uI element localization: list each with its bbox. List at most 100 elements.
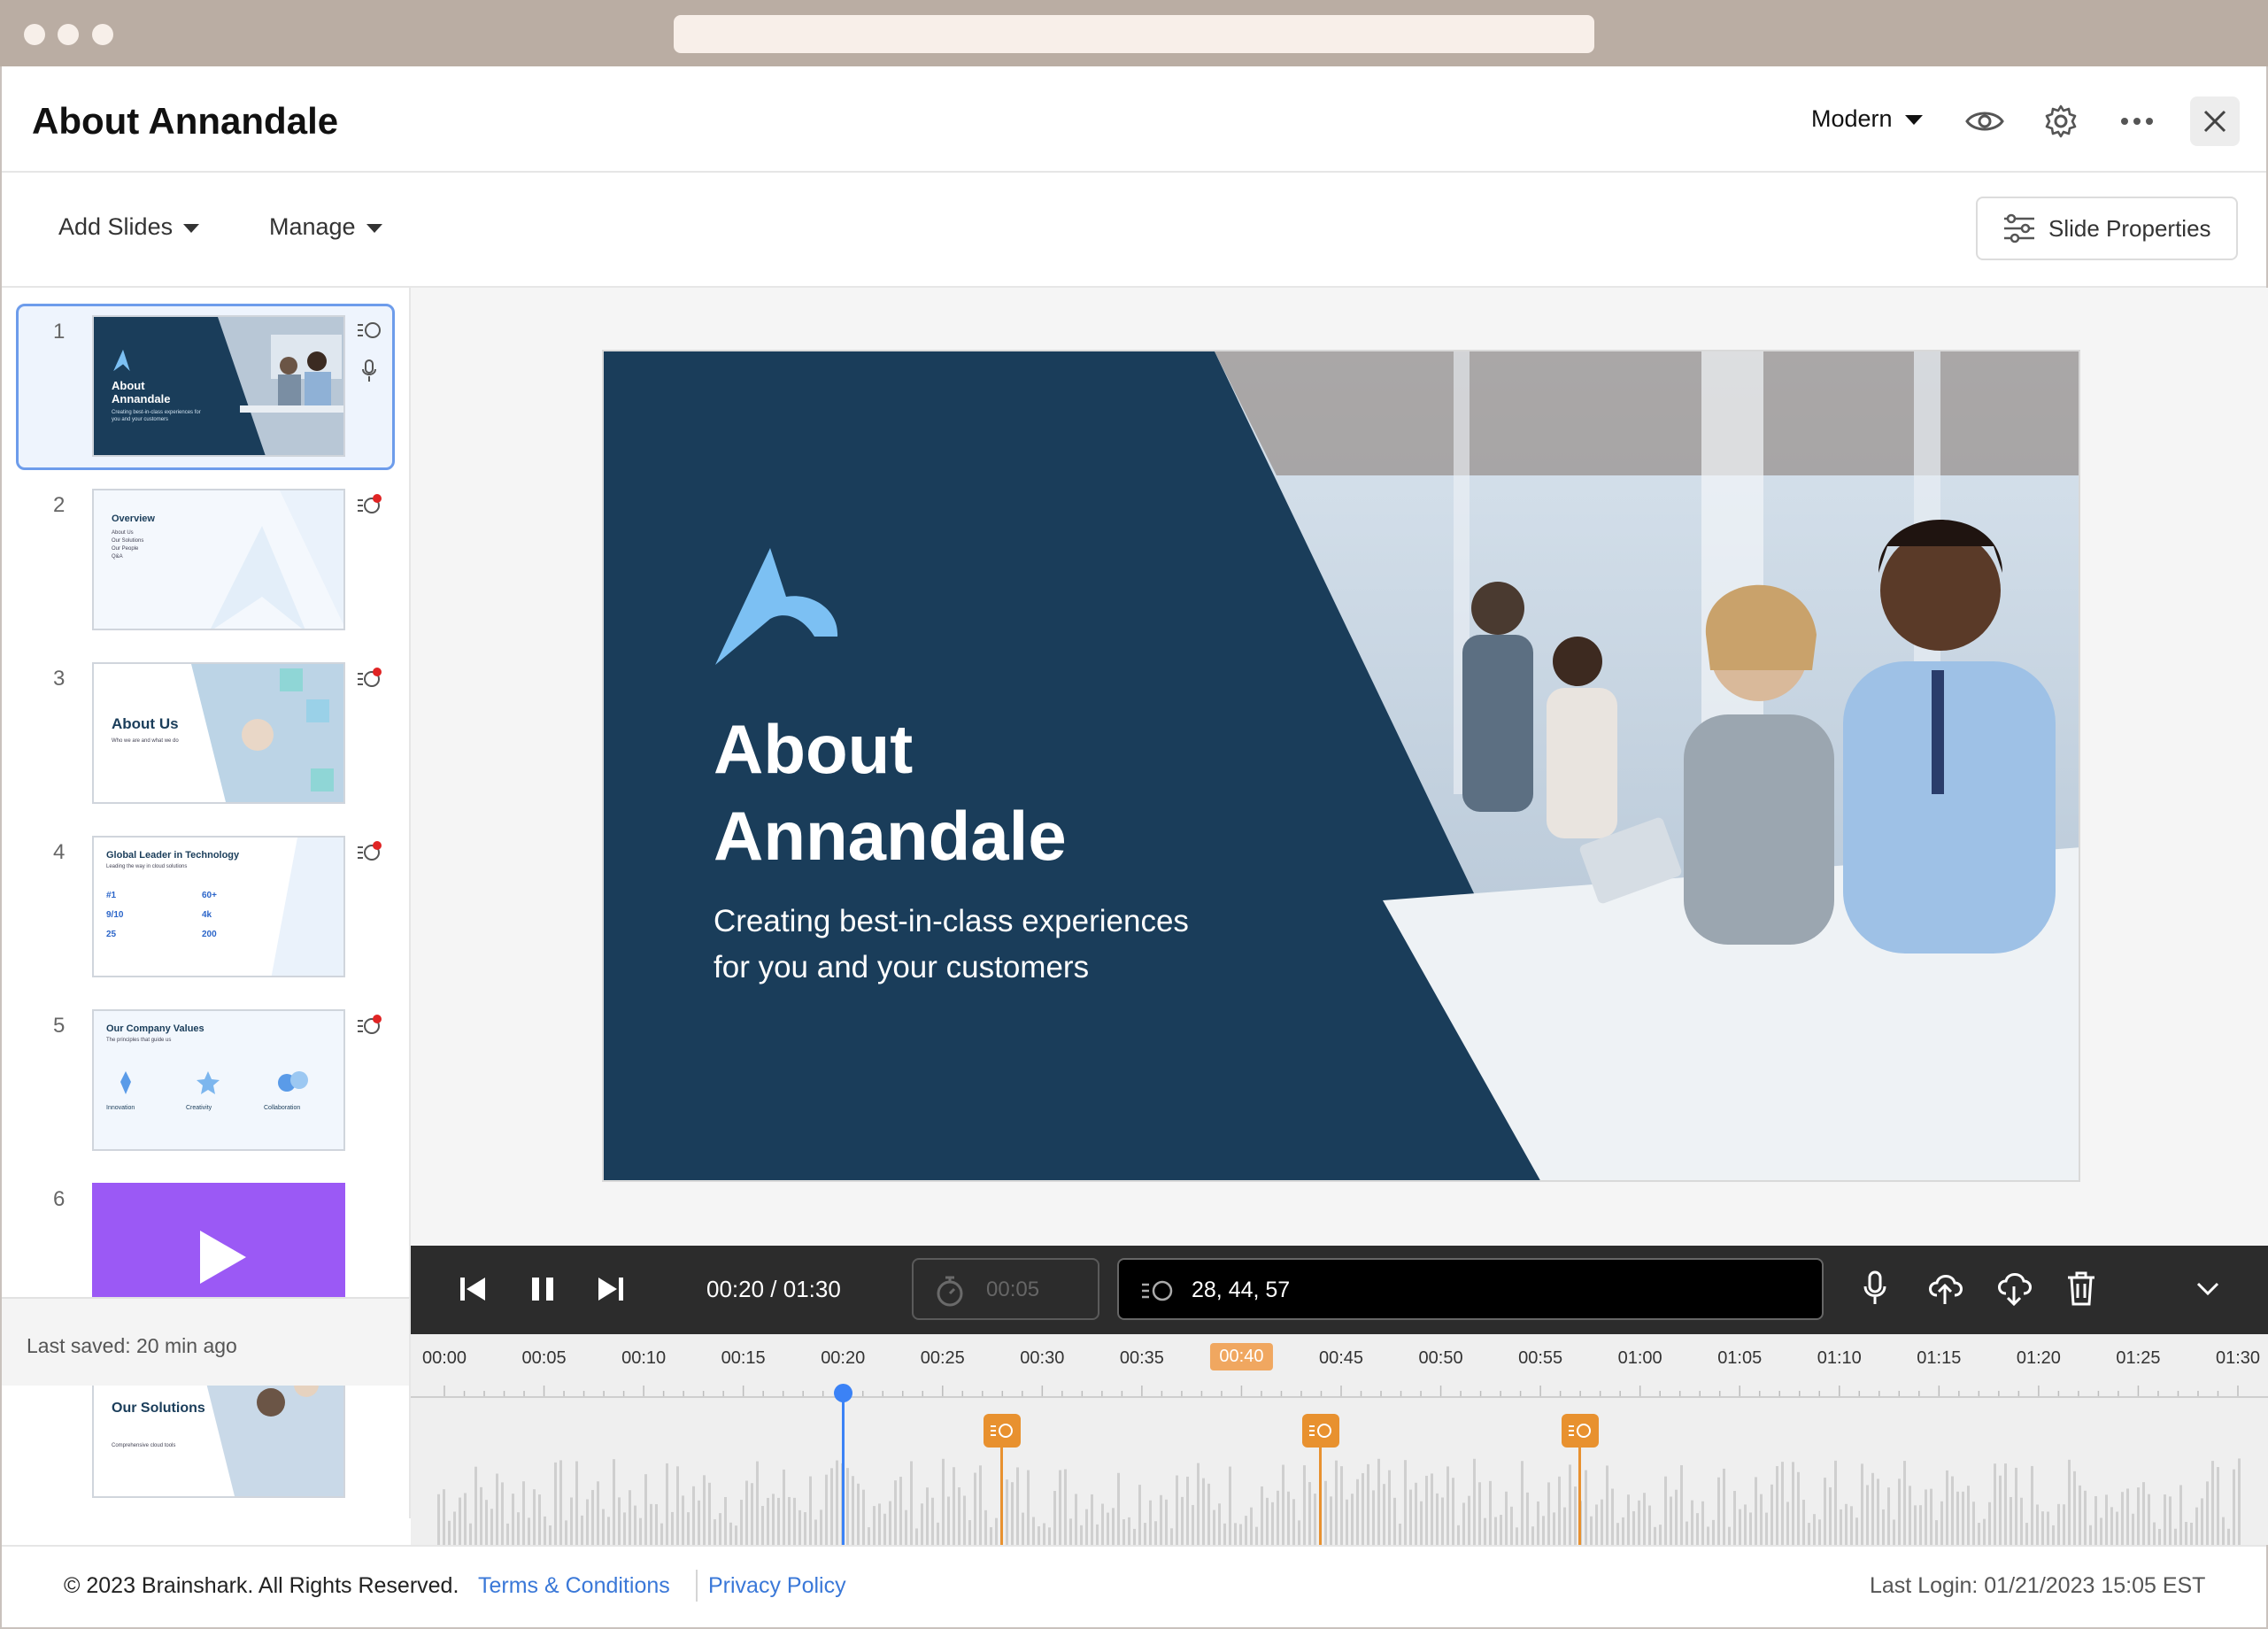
waveform-bar bbox=[559, 1460, 562, 1545]
timeline-tick-label: 01:20 bbox=[2016, 1348, 2061, 1368]
slide-thumbnail-2[interactable]: Overview About Us Our Solutions Our Peop… bbox=[92, 489, 345, 630]
skip-back-button[interactable] bbox=[459, 1276, 487, 1307]
waveform-bar bbox=[1919, 1505, 1922, 1545]
privacy-link[interactable]: Privacy Policy bbox=[708, 1573, 846, 1599]
pause-button[interactable] bbox=[529, 1276, 556, 1307]
settings-button[interactable] bbox=[2040, 100, 2082, 143]
upload-audio-button[interactable] bbox=[1926, 1270, 1963, 1310]
waveform-bar bbox=[2238, 1458, 2241, 1545]
waveform-bar bbox=[1351, 1494, 1354, 1545]
cue-alert-icon[interactable] bbox=[356, 840, 382, 868]
cue-alert-icon[interactable] bbox=[356, 667, 382, 694]
cue-alert-icon[interactable] bbox=[356, 1014, 382, 1041]
waveform-bar bbox=[1202, 1478, 1205, 1545]
timeline-tick-label: 00:05 bbox=[521, 1348, 567, 1368]
microphone-icon[interactable] bbox=[360, 359, 378, 388]
record-audio-button[interactable] bbox=[1863, 1270, 1887, 1310]
waveform-bar bbox=[1277, 1490, 1279, 1545]
waveform-bar bbox=[836, 1460, 838, 1545]
cue-icon[interactable] bbox=[356, 320, 382, 345]
waveform-bar bbox=[1091, 1494, 1093, 1545]
thumb-item: About Us bbox=[112, 530, 134, 536]
waveform-bar bbox=[2190, 1522, 2193, 1545]
window-close-dot[interactable] bbox=[24, 24, 45, 45]
waveform-bar bbox=[1845, 1503, 1848, 1545]
waveform-bar bbox=[1192, 1504, 1194, 1545]
cue-marker[interactable] bbox=[1302, 1414, 1340, 1545]
waveform-bar bbox=[1627, 1494, 1630, 1545]
waveform-bar bbox=[1553, 1512, 1555, 1545]
waveform-bar bbox=[666, 1463, 668, 1545]
waveform-bar bbox=[2057, 1503, 2060, 1545]
waveform-bar bbox=[533, 1489, 536, 1545]
waveform-bar bbox=[602, 1509, 605, 1545]
slide-thumbnail-3[interactable]: About Us Who we are and what we do bbox=[92, 662, 345, 804]
window-maximize-dot[interactable] bbox=[92, 24, 113, 45]
waveform-bar bbox=[1829, 1486, 1832, 1545]
waveform-bar bbox=[1457, 1525, 1460, 1545]
playhead-line[interactable] bbox=[842, 1389, 845, 1545]
waveform-bar bbox=[1818, 1519, 1821, 1545]
waveform-bar bbox=[1261, 1486, 1263, 1545]
waveform-bar bbox=[1563, 1507, 1566, 1545]
slide-thumbnail-image[interactable]: About Annandale Creating best-in-class e… bbox=[92, 315, 345, 457]
timeline-tick-label: 01:10 bbox=[1817, 1348, 1862, 1368]
slide-properties-button[interactable]: Slide Properties bbox=[1976, 197, 2238, 260]
current-slide[interactable]: About Annandale Creating best-in-class e… bbox=[602, 350, 2080, 1182]
slide-thumbnail-5[interactable]: Our Company Values The principles that g… bbox=[92, 1009, 345, 1151]
skip-forward-button[interactable] bbox=[597, 1276, 625, 1307]
delete-audio-button[interactable] bbox=[2066, 1270, 2096, 1310]
team-photo bbox=[191, 664, 343, 802]
address-bar[interactable] bbox=[674, 15, 1594, 53]
waveform-bar bbox=[767, 1497, 769, 1545]
waveform-bar bbox=[894, 1480, 897, 1545]
value-label: Collaboration bbox=[264, 1105, 301, 1111]
terms-link[interactable]: Terms & Conditions bbox=[478, 1573, 670, 1599]
cue-icon bbox=[984, 1414, 1022, 1448]
trash-icon bbox=[2068, 1271, 2094, 1306]
value-label: Creativity bbox=[186, 1105, 212, 1111]
waveform-bar bbox=[1813, 1514, 1816, 1545]
close-button[interactable] bbox=[2190, 97, 2240, 146]
waveform-bar bbox=[692, 1486, 695, 1545]
waveform-bar bbox=[650, 1503, 652, 1545]
cue-marker[interactable] bbox=[1562, 1414, 1600, 1545]
cue-alert-icon[interactable] bbox=[356, 493, 382, 521]
window-minimize-dot[interactable] bbox=[58, 24, 79, 45]
waveform-bar bbox=[623, 1512, 626, 1545]
slide-number: 2 bbox=[53, 493, 66, 517]
collapse-timeline-button[interactable] bbox=[2195, 1281, 2220, 1301]
more-options-button[interactable] bbox=[2116, 100, 2158, 143]
cue-points-input[interactable]: 28, 44, 57 bbox=[1117, 1258, 1824, 1320]
waveform-bar bbox=[2206, 1481, 2209, 1545]
thumb-item: Our Solutions bbox=[112, 538, 144, 544]
waveform-bar bbox=[522, 1481, 525, 1545]
cue-marker[interactable] bbox=[984, 1414, 1022, 1545]
waveform-bar bbox=[2153, 1522, 2156, 1545]
manage-dropdown[interactable]: Manage bbox=[269, 213, 382, 241]
star-icon bbox=[197, 1071, 220, 1094]
waveform-bar bbox=[1064, 1469, 1067, 1545]
timeline-tick-label: 00:25 bbox=[920, 1348, 965, 1368]
waveform-bar bbox=[1096, 1524, 1099, 1545]
waveform-bar bbox=[1250, 1507, 1253, 1545]
theme-dropdown[interactable]: Modern bbox=[1811, 105, 1923, 133]
waveform-bar bbox=[2079, 1485, 2081, 1545]
waveform-bar bbox=[1834, 1460, 1837, 1545]
waveform-bar bbox=[501, 1482, 504, 1545]
waveform-bar bbox=[1824, 1478, 1826, 1545]
preview-button[interactable] bbox=[1963, 100, 2006, 143]
download-audio-button[interactable] bbox=[1995, 1270, 2033, 1310]
audio-timeline[interactable]: 00:00 00:05 00:10 00:15 00:20 00:25 00:30 00:35… bbox=[411, 1334, 2268, 1545]
duration-input[interactable]: 00:05 bbox=[912, 1258, 1099, 1320]
waveform-bar bbox=[1930, 1488, 1932, 1545]
playhead-handle[interactable] bbox=[834, 1384, 853, 1402]
waveform-bar bbox=[1165, 1499, 1168, 1545]
waveform-bar bbox=[1053, 1491, 1056, 1545]
waveform-bar bbox=[1781, 1462, 1784, 1545]
cue-icon bbox=[1302, 1414, 1340, 1448]
slide-thumbnail-4[interactable]: Global Leader in Technology Leading the … bbox=[92, 836, 345, 977]
stat-value: 4k bbox=[202, 910, 212, 920]
waveform-bar bbox=[2094, 1495, 2097, 1545]
add-slides-dropdown[interactable]: Add Slides bbox=[58, 213, 200, 241]
